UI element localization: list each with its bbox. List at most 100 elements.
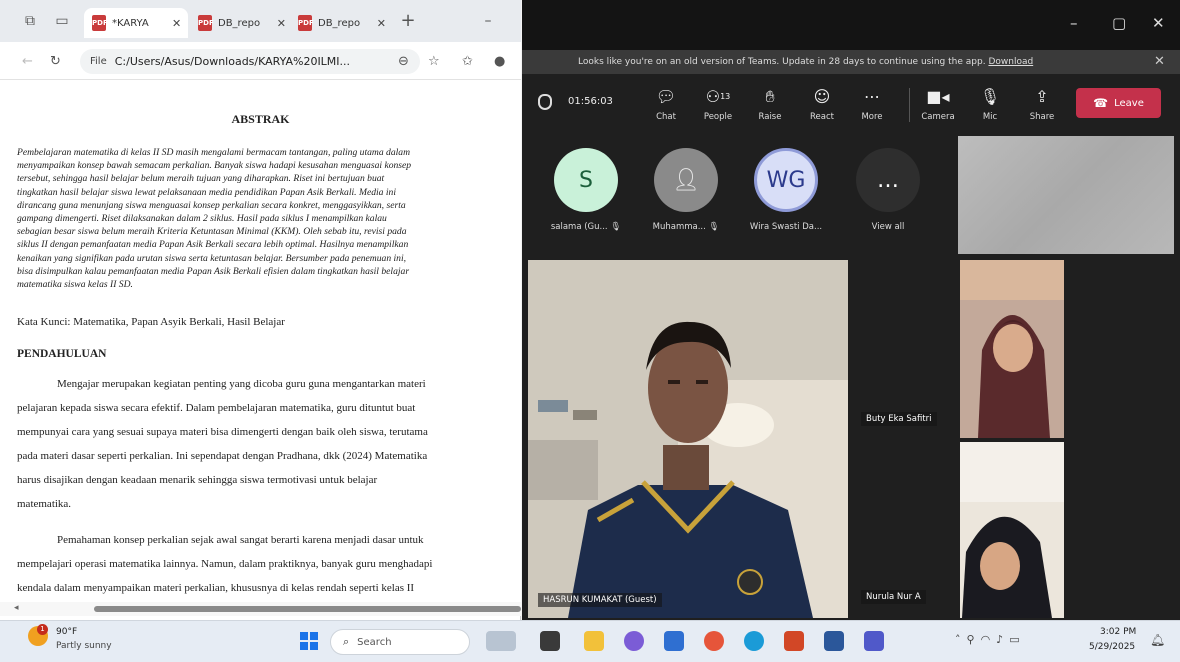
task-view-icon[interactable] — [540, 631, 560, 651]
tab-karya[interactable]: PDF *KARYA ✕ — [84, 8, 188, 38]
main-video-tile[interactable]: HASRUN KUMAKAT (Guest) — [528, 260, 848, 618]
minimize-icon[interactable]: – — [1070, 14, 1078, 32]
location-icon[interactable]: ⚲ — [967, 633, 981, 646]
participant-muhammad[interactable]: 👤︎ Muhamma... 🎙︎ — [646, 148, 726, 232]
update-banner: Looks like you're on an old version of T… — [522, 50, 1180, 74]
leave-button[interactable]: ☎︎ Leave — [1076, 88, 1161, 118]
favorites-icon[interactable]: ✩ — [462, 54, 473, 69]
clock-time[interactable]: 3:02 PM — [1100, 627, 1136, 637]
tab-actions-icon[interactable]: ▭ — [52, 11, 72, 31]
scrollbar-thumb[interactable] — [94, 606, 521, 612]
teams-icon[interactable] — [864, 631, 884, 651]
workspaces-icon[interactable]: ⧉ — [20, 11, 40, 31]
powerpoint-icon[interactable] — [784, 631, 804, 651]
people-count: 13 — [720, 92, 731, 101]
copilot-icon[interactable] — [624, 631, 644, 651]
wifi-icon[interactable]: ◠ — [981, 633, 997, 646]
mail-icon[interactable] — [664, 631, 684, 651]
hand-icon: ✋︎ — [765, 87, 775, 106]
participant-wira[interactable]: WG Wira Swasti Da... — [746, 148, 826, 232]
shield-icon — [538, 94, 552, 110]
participant-name-text: salama (Gu... — [550, 222, 608, 232]
tile-name-tag: Buty Eka Safitri — [861, 412, 937, 426]
back-icon[interactable]: ← — [22, 54, 33, 69]
maximize-icon[interactable]: ▢ — [1112, 14, 1126, 32]
url-text: C:/Users/Asus/Downloads/KARYA%20ILMI... — [114, 55, 351, 68]
download-link[interactable]: Download — [988, 57, 1033, 67]
tab-label: DB_repo — [318, 17, 361, 29]
speaker-video-frame — [528, 260, 848, 618]
camera-button[interactable]: ■◂ Camera — [916, 86, 960, 122]
speaker-icon[interactable]: ♪ — [996, 633, 1009, 646]
notification-bell-icon[interactable]: 🔔︎ — [1150, 633, 1165, 647]
weather-temp[interactable]: 90°F — [56, 627, 77, 637]
close-icon[interactable]: ✕ — [172, 17, 181, 30]
chat-button[interactable]: 💬︎ Chat — [644, 86, 688, 122]
tab-db-repo-1[interactable]: PDF DB_repo ✕ — [190, 8, 286, 38]
chrome-icon[interactable] — [704, 631, 724, 651]
file-explorer-icon[interactable] — [584, 631, 604, 651]
mic-label: Mic — [982, 112, 998, 122]
shared-content-tile[interactable] — [958, 136, 1174, 254]
new-tab-icon[interactable]: + — [398, 11, 418, 31]
pdf-icon: PDF — [298, 15, 314, 31]
chat-icon: 💬︎ — [655, 87, 677, 106]
react-button[interactable]: ☺ React — [800, 86, 844, 122]
share-label: Share — [1029, 112, 1055, 122]
abstract-line: dirancang guna menunjang siswa menguasai… — [17, 199, 406, 211]
participant-salama[interactable]: S salama (Gu... 🎙︎ — [546, 148, 626, 232]
minimize-icon[interactable]: – — [478, 11, 498, 31]
participant-name: salama (Gu... 🎙︎ — [546, 222, 626, 232]
abstract-line: bisa disimpulkan kalau pemanfaatan media… — [17, 265, 410, 277]
people-button[interactable]: ⚇13 People — [696, 86, 740, 122]
profile-icon[interactable]: ● — [494, 54, 505, 69]
clock-date[interactable]: 5/29/2025 — [1089, 642, 1135, 652]
abstract-line: kenaikan yang signifikan pada urutan sis… — [17, 252, 407, 264]
share-button[interactable]: ⇪ Share — [1020, 86, 1064, 122]
abstract-title: ABSTRAK — [231, 112, 290, 126]
pdf-icon: PDF — [92, 15, 108, 31]
weather-desc[interactable]: Partly sunny — [56, 641, 112, 651]
search-placeholder: Search — [357, 636, 392, 648]
system-tray[interactable]: ˄⚲◠♪▭ — [955, 633, 1026, 646]
abstract-line: siklus II dengan pemanfaatan media Papan… — [17, 239, 409, 251]
chevron-up-icon[interactable]: ˄ — [955, 633, 967, 646]
tab-label: DB_repo — [218, 17, 261, 29]
video-tile-buty[interactable] — [960, 260, 1064, 438]
battery-icon[interactable]: ▭ — [1009, 633, 1025, 646]
tab-db-repo-2[interactable]: PDF DB_repo ✕ — [290, 8, 386, 38]
people-label: People — [703, 112, 733, 122]
participant-name: Wira Swasti Da... — [749, 222, 823, 232]
taskbar-search[interactable]: ⌕ Search — [330, 629, 470, 655]
edge-icon[interactable] — [744, 631, 764, 651]
address-bar: ← ↻ File C:/Users/Asus/Downloads/KARYA%2… — [0, 42, 521, 80]
smiley-icon: ☺ — [813, 87, 831, 106]
start-button[interactable] — [300, 632, 318, 650]
refresh-icon[interactable]: ↻ — [50, 54, 61, 69]
close-icon[interactable]: ✕ — [277, 17, 286, 30]
zoom-icon[interactable]: ⊖ — [398, 54, 409, 69]
view-all-button[interactable]: … View all — [848, 148, 928, 232]
share-icon: ⇪ — [1035, 87, 1049, 106]
tab-label: *KARYA — [112, 17, 149, 29]
search-icon: ⌕ — [343, 635, 350, 648]
favorite-star-icon[interactable]: ☆ — [428, 54, 440, 69]
url-field[interactable]: File C:/Users/Asus/Downloads/KARYA%20ILM… — [80, 49, 420, 74]
mic-off-icon: 🎙︎ — [610, 222, 622, 232]
paragraph-line: pelajaran kepada siswa secara efektif. D… — [17, 402, 416, 414]
video-tile-nurula[interactable] — [960, 442, 1064, 618]
abstract-line: tersebut, sehingga hasil belajar belum m… — [17, 173, 385, 185]
widgets-app-icon[interactable] — [486, 631, 516, 651]
scroll-left-icon[interactable]: ◂ — [14, 603, 19, 613]
camera-label: Camera — [921, 112, 955, 122]
close-icon[interactable]: ✕ — [1154, 50, 1165, 74]
horizontal-scrollbar[interactable]: ◂ — [0, 602, 521, 616]
more-button[interactable]: ⋯ More — [850, 86, 894, 122]
word-icon[interactable] — [824, 631, 844, 651]
people-icon: ⚇13 — [705, 87, 731, 106]
speaker-name-tag: HASRUN KUMAKAT (Guest) — [538, 593, 662, 607]
mic-button[interactable]: 🎙︎ Mic — [968, 86, 1012, 122]
raise-hand-button[interactable]: ✋︎ Raise — [748, 86, 792, 122]
close-icon[interactable]: ✕ — [1152, 14, 1165, 32]
close-icon[interactable]: ✕ — [377, 17, 386, 30]
